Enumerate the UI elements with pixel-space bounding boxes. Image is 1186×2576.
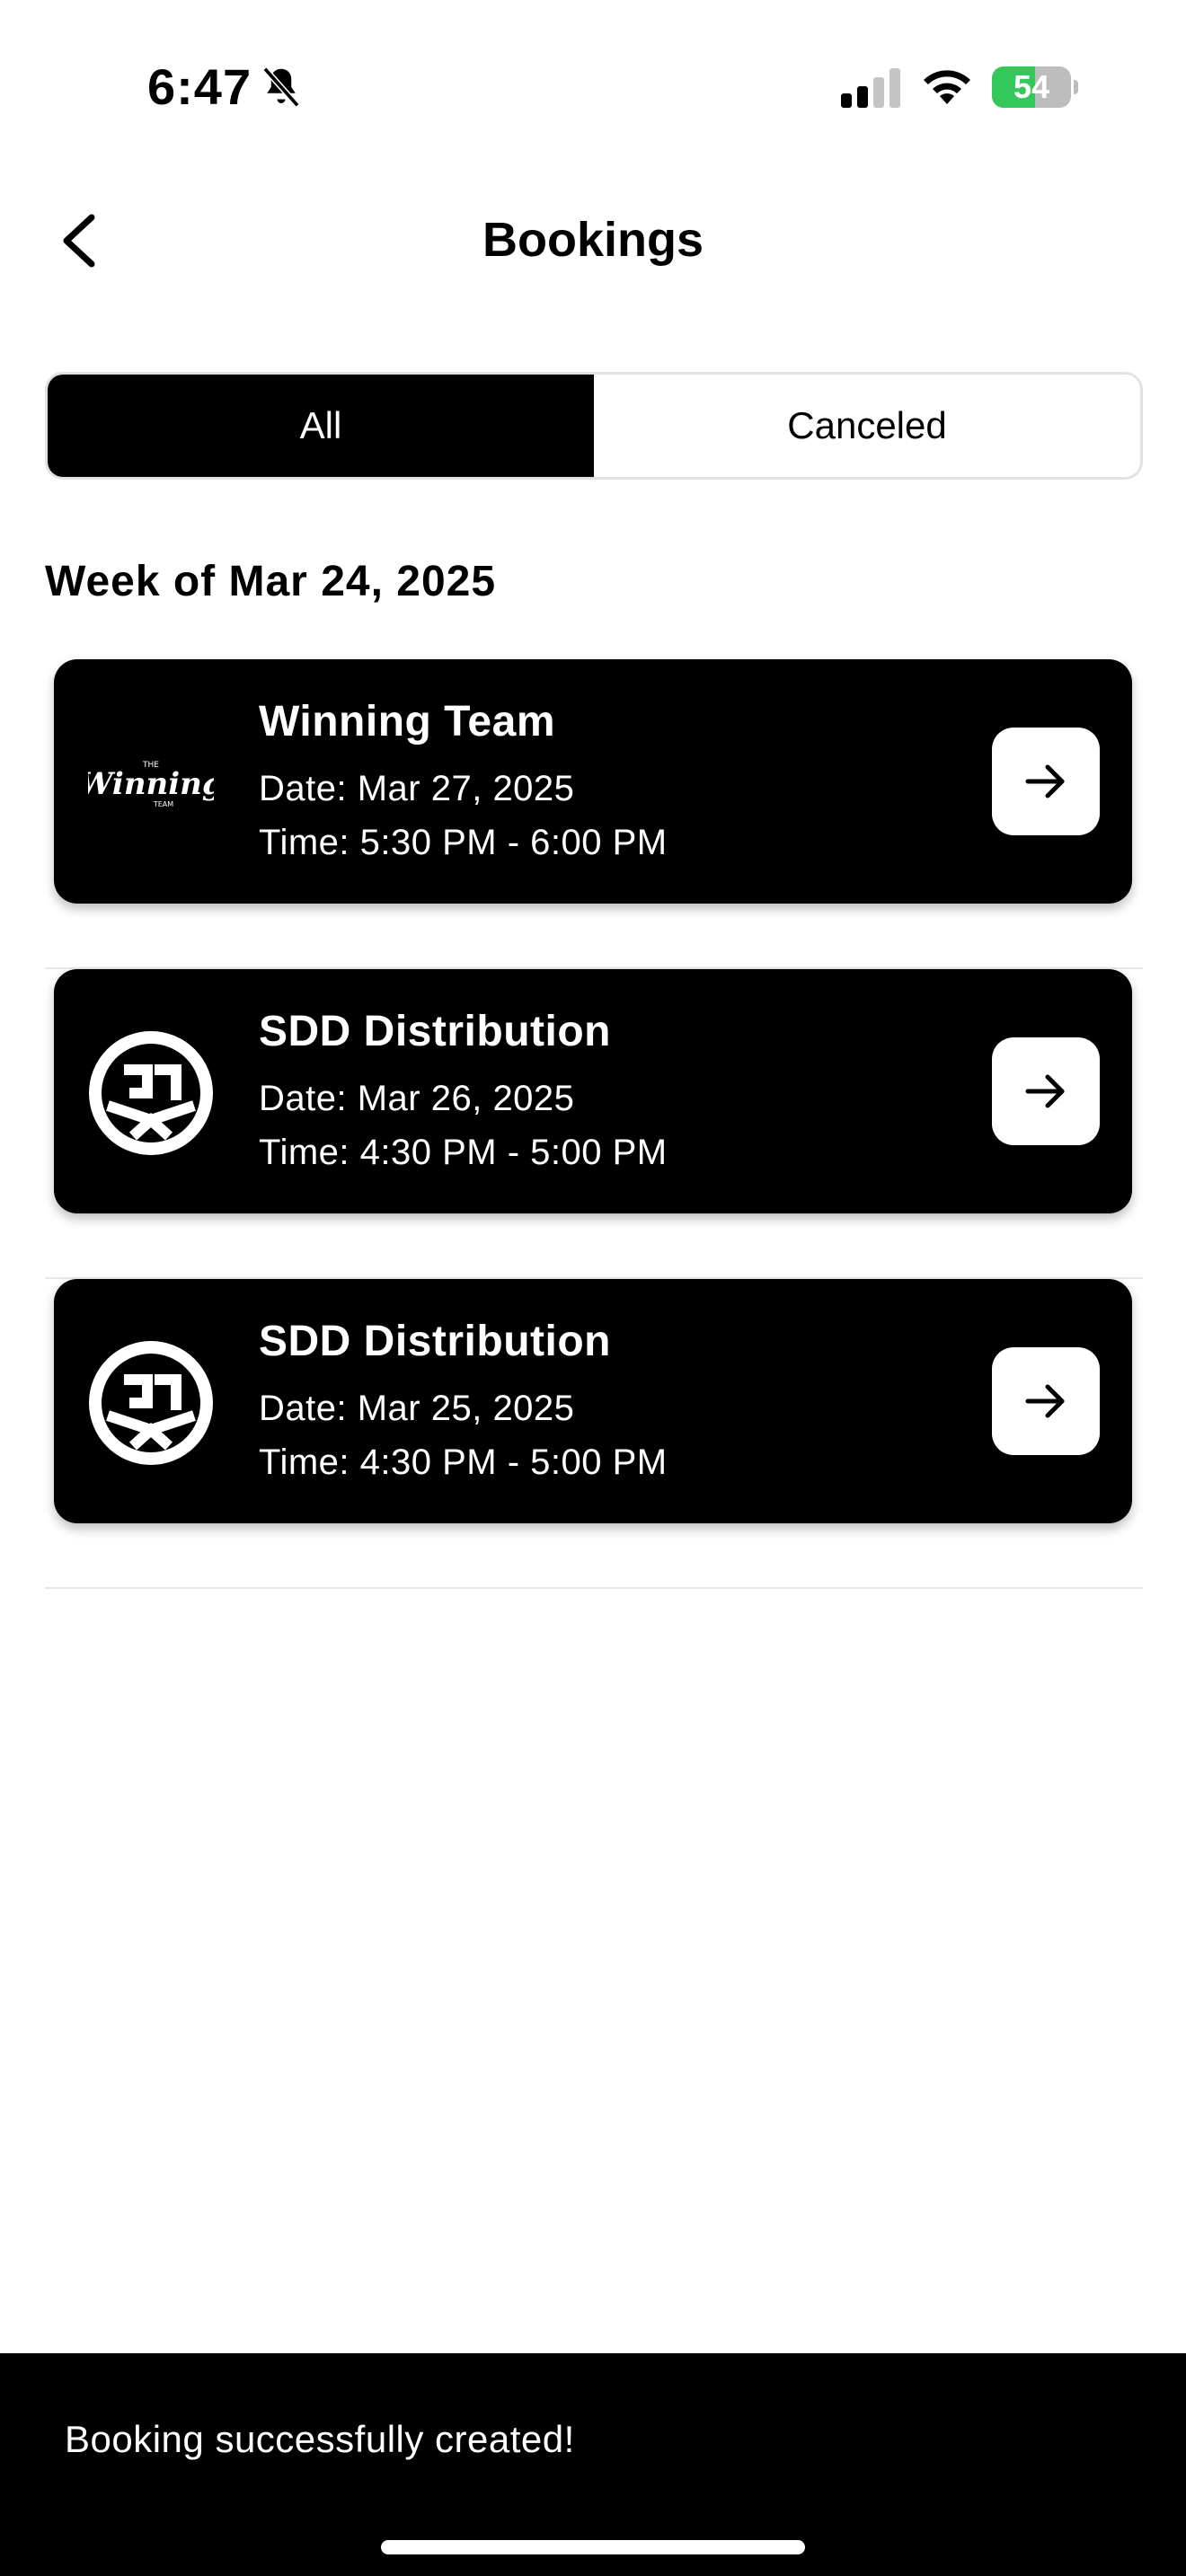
week-heading: Week of Mar 24, 2025 [45, 558, 497, 605]
booking-date: Date: Mar 27, 2025 [259, 769, 575, 808]
cellular-signal-icon [841, 68, 900, 108]
booking-name: Winning Team [259, 698, 555, 745]
open-booking-button[interactable] [992, 1037, 1100, 1145]
wifi-icon [924, 70, 970, 104]
bookings-screen: 6:47 54 Bookings All Canceled Week of Ma… [0, 0, 1186, 2576]
arrow-right-icon [1025, 1074, 1065, 1108]
arrow-right-icon [1025, 764, 1065, 798]
booking-filter-tabs: All Canceled [45, 372, 1143, 480]
battery-icon: 54 [992, 66, 1078, 108]
arrow-right-icon [1025, 1384, 1065, 1418]
open-booking-button[interactable] [992, 728, 1100, 835]
booking-date: Date: Mar 25, 2025 [259, 1389, 575, 1428]
tab-canceled[interactable]: Canceled [594, 375, 1140, 477]
list-item: THE Winning TEAM Winning Team Date: Mar … [45, 659, 1143, 969]
svg-text:Winning: Winning [88, 766, 214, 802]
open-booking-button[interactable] [992, 1347, 1100, 1455]
booking-time: Time: 4:30 PM - 5:00 PM [259, 1442, 668, 1482]
tab-all[interactable]: All [48, 375, 594, 477]
winning-team-logo-icon: THE Winning TEAM [88, 761, 214, 808]
bell-slash-icon [262, 66, 300, 108]
home-indicator[interactable] [381, 2540, 805, 2554]
booking-list: THE Winning TEAM Winning Team Date: Mar … [45, 659, 1143, 1589]
status-bar: 6:47 54 [0, 0, 1186, 171]
booking-card[interactable]: SDD Distribution Date: Mar 26, 2025 Time… [54, 969, 1132, 1213]
status-time: 6:47 [147, 58, 252, 115]
page-title: Bookings [482, 213, 704, 267]
booking-time: Time: 4:30 PM - 5:00 PM [259, 1133, 668, 1172]
sdd-logo-icon [89, 1341, 213, 1465]
booking-card[interactable]: SDD Distribution Date: Mar 25, 2025 Time… [54, 1279, 1132, 1523]
list-item: SDD Distribution Date: Mar 26, 2025 Time… [45, 969, 1143, 1279]
booking-card[interactable]: THE Winning TEAM Winning Team Date: Mar … [54, 659, 1132, 904]
toast-message: Booking successfully created! [65, 2418, 575, 2460]
battery-level: 54 [1013, 68, 1050, 105]
sdd-logo-icon [89, 1031, 213, 1155]
booking-date: Date: Mar 26, 2025 [259, 1079, 575, 1118]
booking-name: SDD Distribution [259, 1008, 611, 1055]
booking-name: SDD Distribution [259, 1318, 611, 1365]
list-item: SDD Distribution Date: Mar 25, 2025 Time… [45, 1279, 1143, 1589]
booking-time: Time: 5:30 PM - 6:00 PM [259, 823, 668, 862]
svg-text:TEAM: TEAM [153, 800, 173, 808]
